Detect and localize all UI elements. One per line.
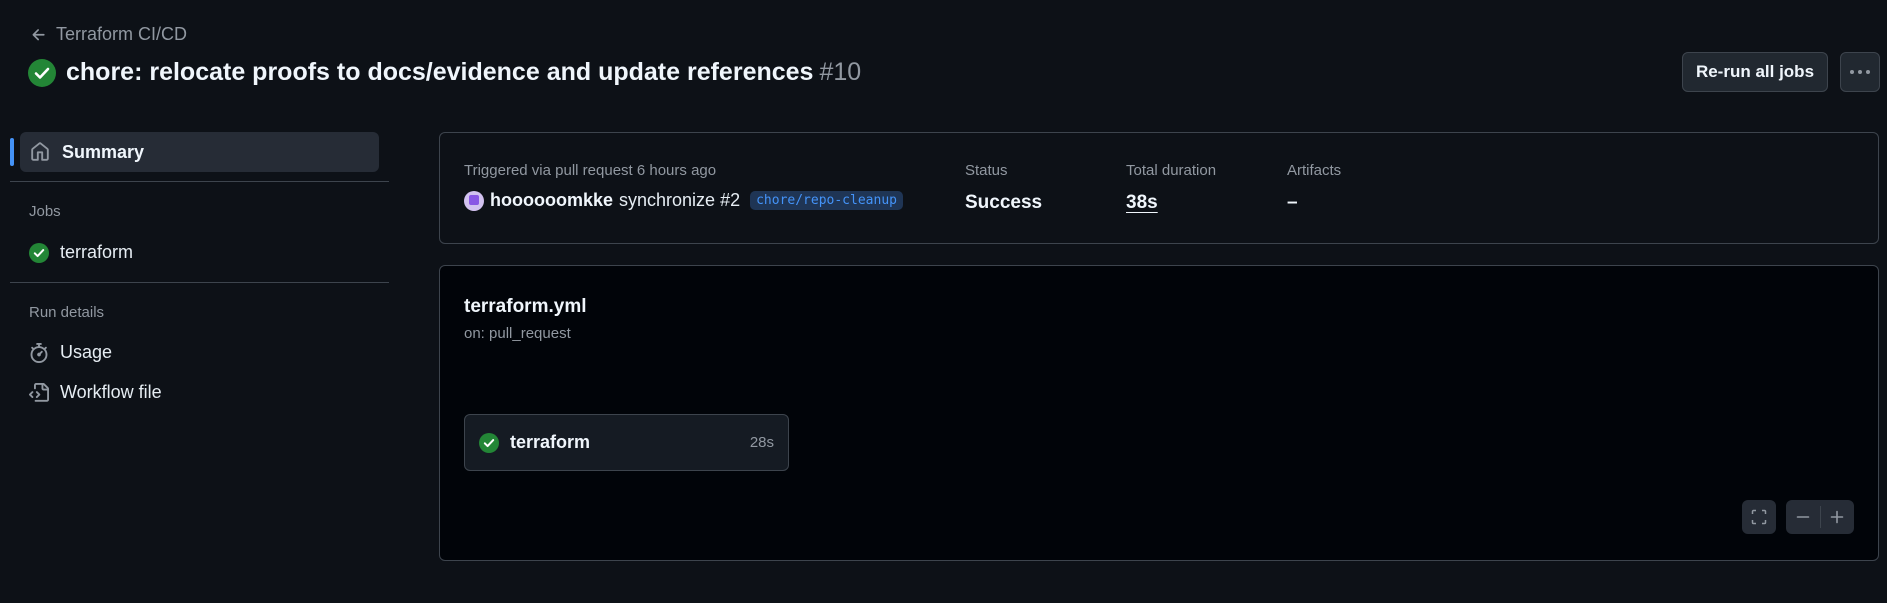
avatar[interactable] xyxy=(464,190,484,211)
sidebar-divider xyxy=(10,181,389,182)
artifacts-value: – xyxy=(1287,192,1298,213)
zoom-controls xyxy=(1786,500,1854,534)
trigger-action: synchronize #2 xyxy=(619,190,741,210)
artifacts-label: Artifacts xyxy=(1287,162,1342,179)
workflow-trigger: on: pull_request xyxy=(464,325,571,342)
home-icon xyxy=(31,142,49,161)
dash-icon xyxy=(1796,516,1810,518)
run-number: #10 xyxy=(819,58,862,86)
sidebar-item-label: terraform xyxy=(60,242,134,262)
trigger-row: hoooooomkke synchronize #2 chore/repo-cl… xyxy=(464,190,903,211)
sidebar-item-workflow-file[interactable]: Workflow file xyxy=(29,382,162,403)
page-title-row: chore: relocate proofs to docs/evidence … xyxy=(28,58,861,87)
fullscreen-button[interactable] xyxy=(1742,500,1776,534)
job-duration: 28s xyxy=(749,434,774,451)
rerun-all-jobs-button[interactable]: Re-run all jobs xyxy=(1682,52,1828,92)
sidebar-divider xyxy=(10,282,389,283)
workflow-file-name: terraform.yml xyxy=(464,296,587,317)
sidebar-item-label: Summary xyxy=(62,141,145,162)
back-link[interactable]: Terraform CI/CD xyxy=(30,24,187,45)
back-link-label: Terraform CI/CD xyxy=(56,24,188,44)
duration-label: Total duration xyxy=(1126,162,1217,179)
arrow-left-icon xyxy=(32,28,45,40)
sidebar-item-usage[interactable]: Usage xyxy=(29,342,112,363)
jobs-heading: Jobs xyxy=(29,203,61,220)
sidebar-item-summary[interactable]: Summary xyxy=(20,132,379,172)
check-circle-icon xyxy=(479,432,499,453)
run-details-heading: Run details xyxy=(29,304,105,321)
screen-full-icon xyxy=(1751,509,1767,525)
trigger-label: Triggered via pull request 6 hours ago xyxy=(464,162,717,179)
more-options-button[interactable] xyxy=(1840,52,1880,92)
status-label: Status xyxy=(965,162,1008,179)
run-title: chore: relocate proofs to docs/evidence … xyxy=(66,58,814,86)
sidebar-item-label: Workflow file xyxy=(60,382,162,402)
sidebar-item-terraform-job[interactable]: terraform xyxy=(29,242,133,263)
page-title: chore: relocate proofs to docs/evidence … xyxy=(66,58,861,87)
actor-link[interactable]: hoooooomkke xyxy=(490,190,613,211)
file-code-icon xyxy=(29,382,49,402)
duration-link[interactable]: 38s xyxy=(1126,192,1158,214)
plus-icon xyxy=(1830,510,1844,524)
status-value: Success xyxy=(965,192,1043,213)
run-summary-card: Triggered via pull request 6 hours ago h… xyxy=(439,132,1879,244)
kebab-horizontal-icon xyxy=(1848,70,1872,74)
check-circle-icon xyxy=(29,242,49,263)
zoom-out-button[interactable] xyxy=(1786,500,1820,534)
workflow-graph-card: terraform.yml on: pull_request terraform… xyxy=(439,265,1879,561)
sidebar-item-label: Usage xyxy=(60,342,113,362)
zoom-in-button[interactable] xyxy=(1820,500,1854,534)
job-name: terraform xyxy=(510,432,591,452)
check-circle-icon xyxy=(28,58,56,87)
branch-badge[interactable]: chore/repo-cleanup xyxy=(750,191,903,210)
job-node-terraform[interactable]: terraform 28s xyxy=(464,414,789,471)
stopwatch-icon xyxy=(30,342,48,363)
active-indicator xyxy=(10,138,14,166)
